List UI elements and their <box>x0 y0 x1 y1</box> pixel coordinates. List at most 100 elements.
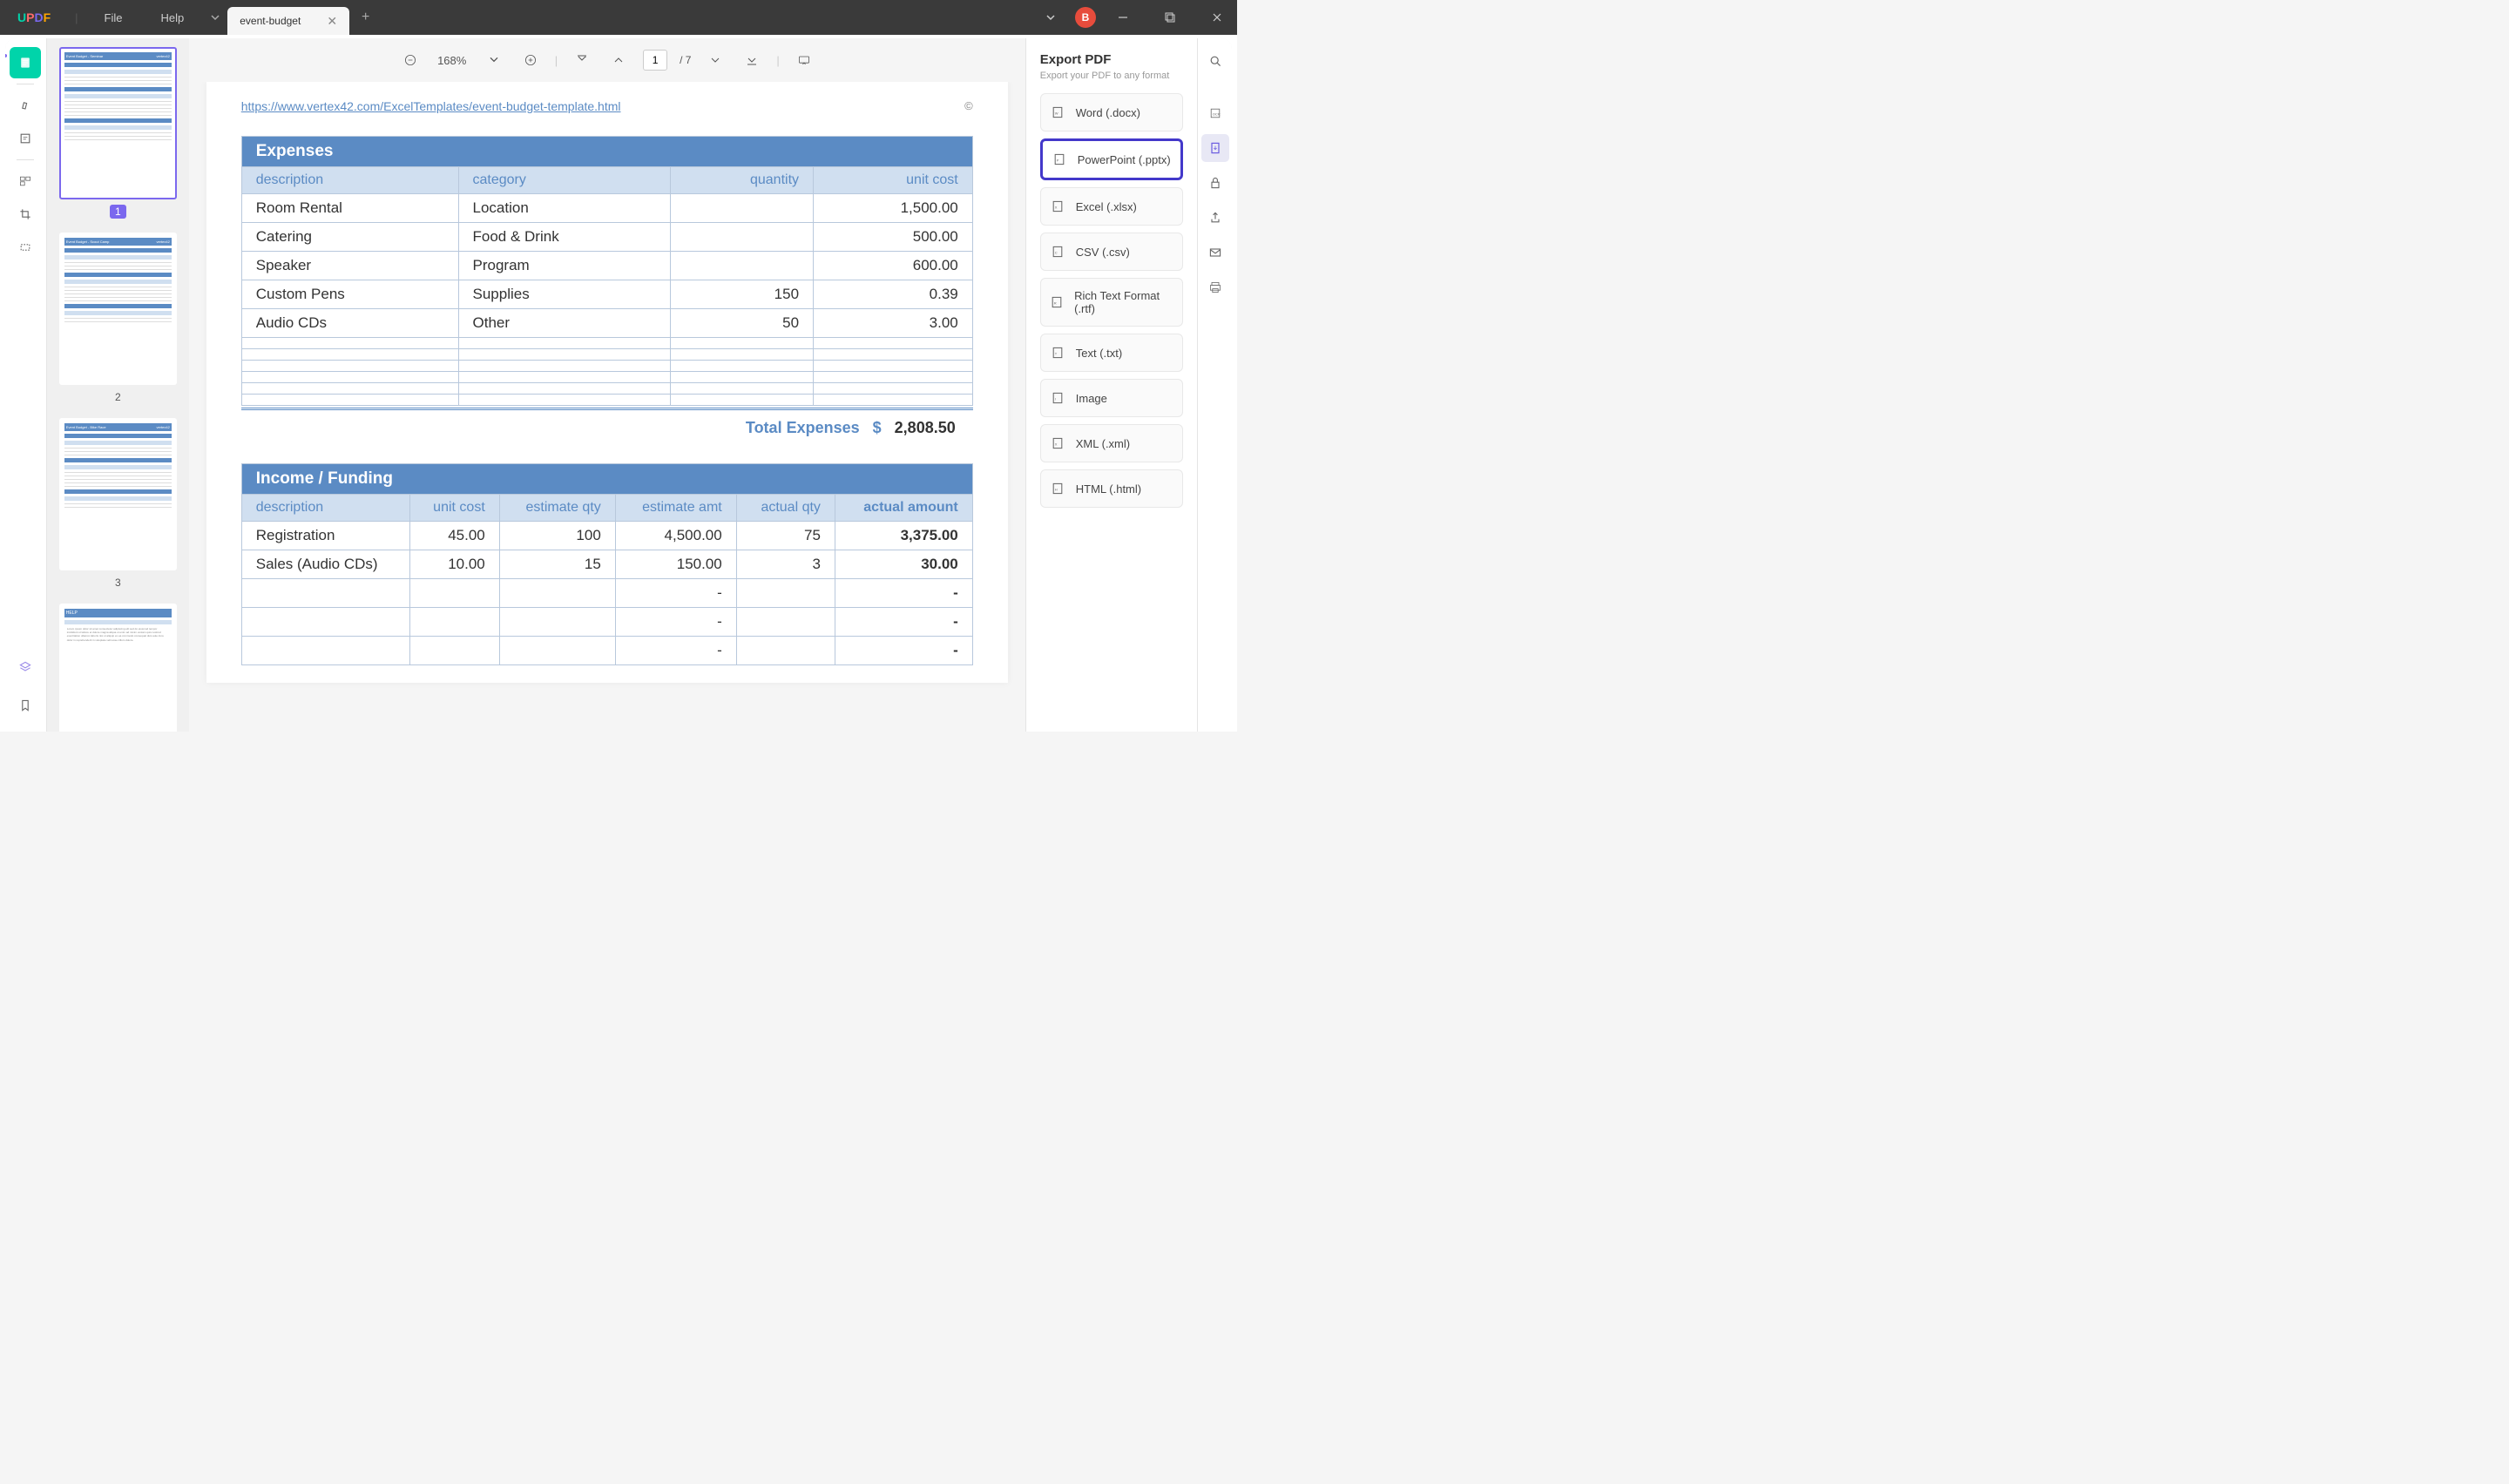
next-page-button[interactable] <box>703 48 727 72</box>
tab-label: event-budget <box>240 15 301 27</box>
zoom-out-icon <box>403 53 417 67</box>
menu-help[interactable]: Help <box>142 11 204 24</box>
document-tab[interactable]: event-budget ✕ <box>227 7 349 35</box>
export-subtitle: Export your PDF to any format <box>1040 71 1183 81</box>
mail-button[interactable] <box>1201 239 1229 266</box>
user-avatar[interactable]: B <box>1075 7 1096 28</box>
income-table: Income / Funding description unit cost e… <box>241 463 973 665</box>
export-option[interactable]: IImage <box>1040 379 1183 417</box>
edit-tool[interactable] <box>10 123 41 154</box>
tab-close-button[interactable]: ✕ <box>327 14 337 29</box>
tab-dropdown[interactable] <box>203 0 227 35</box>
col-unit-cost: unit cost <box>814 167 973 194</box>
search-button[interactable] <box>1201 47 1229 75</box>
thumbnail-number: 2 <box>110 390 126 404</box>
dropdown-button[interactable] <box>1033 0 1068 35</box>
thumbnail-4[interactable]: HELP Lorem ipsum dolor sit amet consecte… <box>56 604 180 732</box>
svg-text:P: P <box>1057 158 1059 162</box>
expenses-total: Total Expenses $ 2,808.50 <box>241 419 973 437</box>
crop-tool[interactable] <box>10 199 41 230</box>
table-row: Sales (Audio CDs)10.0015150.00330.00 <box>241 550 972 579</box>
page-input[interactable] <box>643 50 667 71</box>
organize-tool[interactable] <box>10 165 41 197</box>
export-option[interactable]: T Text (.txt) <box>1040 334 1183 372</box>
search-icon <box>1208 54 1222 68</box>
table-row: -- <box>241 637 972 665</box>
export-option-label: PowerPoint (.pptx) <box>1078 153 1171 166</box>
ocr-button[interactable]: OCR <box>1201 99 1229 127</box>
export-button[interactable] <box>1201 134 1229 162</box>
reader-tool[interactable] <box>10 47 41 78</box>
svg-text:X: X <box>1055 442 1058 446</box>
export-option[interactable]: CCSV (.csv) <box>1040 233 1183 271</box>
close-button[interactable] <box>1197 0 1237 35</box>
redact-tool[interactable] <box>10 232 41 263</box>
thumbnail-2[interactable]: Event Budget - Scout Campvertex42 2 <box>56 233 180 404</box>
copyright: © <box>964 99 973 112</box>
thumbnail-1[interactable]: Event Budget - Seminarvertex42 1 <box>56 47 180 219</box>
chevron-down-icon <box>1044 10 1058 24</box>
col-description: description <box>241 167 458 194</box>
add-tab-button[interactable]: + <box>349 10 382 25</box>
menu-file[interactable]: File <box>85 11 142 24</box>
export-option[interactable]: W Word (.docx) <box>1040 93 1183 132</box>
share-icon <box>1208 211 1222 225</box>
zoom-out-button[interactable] <box>398 48 423 72</box>
prev-page-button[interactable] <box>606 48 631 72</box>
table-row: CateringFood & Drink500.00 <box>241 223 972 252</box>
source-link[interactable]: https://www.vertex42.com/ExcelTemplates/… <box>241 99 621 113</box>
export-option[interactable]: P PowerPoint (.pptx) <box>1040 138 1183 180</box>
first-page-button[interactable] <box>570 48 594 72</box>
ocr-icon: OCR <box>1208 106 1222 120</box>
document-page: https://www.vertex42.com/ExcelTemplates/… <box>206 82 1008 683</box>
file-type-icon: P <box>1052 152 1067 167</box>
zoom-value: 168% <box>435 54 470 67</box>
thumbnail-3[interactable]: Event Budget - Bike Racevertex42 3 <box>56 418 180 590</box>
layers-icon <box>18 660 32 674</box>
protect-button[interactable] <box>1201 169 1229 197</box>
share-button[interactable] <box>1201 204 1229 232</box>
layers-tool[interactable] <box>10 651 41 683</box>
svg-text:OCR: OCR <box>1212 111 1220 116</box>
export-option-label: Text (.txt) <box>1076 347 1122 360</box>
maximize-button[interactable] <box>1150 0 1190 35</box>
export-option[interactable]: RRich Text Format (.rtf) <box>1040 278 1183 327</box>
mail-icon <box>1208 246 1222 260</box>
export-option[interactable]: HHTML (.html) <box>1040 469 1183 508</box>
redact-icon <box>18 240 32 254</box>
export-option-label: Word (.docx) <box>1076 106 1140 119</box>
last-page-button[interactable] <box>740 48 764 72</box>
export-option-label: Rich Text Format (.rtf) <box>1074 289 1173 315</box>
export-option[interactable]: XXML (.xml) <box>1040 424 1183 462</box>
table-title: Income / Funding <box>241 464 972 495</box>
col-unit-cost: unit cost <box>409 495 499 522</box>
minimize-button[interactable] <box>1103 0 1143 35</box>
file-type-icon: T <box>1050 345 1065 361</box>
titlebar: UPDF | File Help event-budget ✕ + B <box>0 0 1237 35</box>
thumbnail-number: 3 <box>110 576 126 590</box>
bookmark-tool[interactable] <box>10 690 41 721</box>
document-toolbar: 168% | / 7 <box>189 38 1025 82</box>
zoom-in-icon <box>524 53 538 67</box>
zoom-in-button[interactable] <box>518 48 543 72</box>
presentation-button[interactable] <box>792 48 816 72</box>
print-icon <box>1208 280 1222 294</box>
svg-text:W: W <box>1055 111 1058 115</box>
export-option-label: Excel (.xlsx) <box>1076 200 1137 213</box>
col-actual-qty: actual qty <box>736 495 835 522</box>
table-row: SpeakerProgram600.00 <box>241 252 972 280</box>
edit-icon <box>18 132 32 145</box>
right-toolbar: OCR <box>1197 38 1232 732</box>
maximize-icon <box>1163 10 1177 24</box>
chevron-down-icon <box>208 10 222 24</box>
file-type-icon: X <box>1050 435 1065 451</box>
table-row: -- <box>241 608 972 637</box>
highlight-tool[interactable] <box>10 90 41 121</box>
last-page-icon <box>745 53 759 67</box>
table-row: Registration45.001004,500.00753,375.00 <box>241 522 972 550</box>
zoom-dropdown[interactable] <box>482 48 506 72</box>
export-option[interactable]: XExcel (.xlsx) <box>1040 187 1183 226</box>
print-button[interactable] <box>1201 273 1229 301</box>
minimize-icon <box>1116 10 1130 24</box>
document-viewer: 168% | / 7 <box>189 38 1025 732</box>
